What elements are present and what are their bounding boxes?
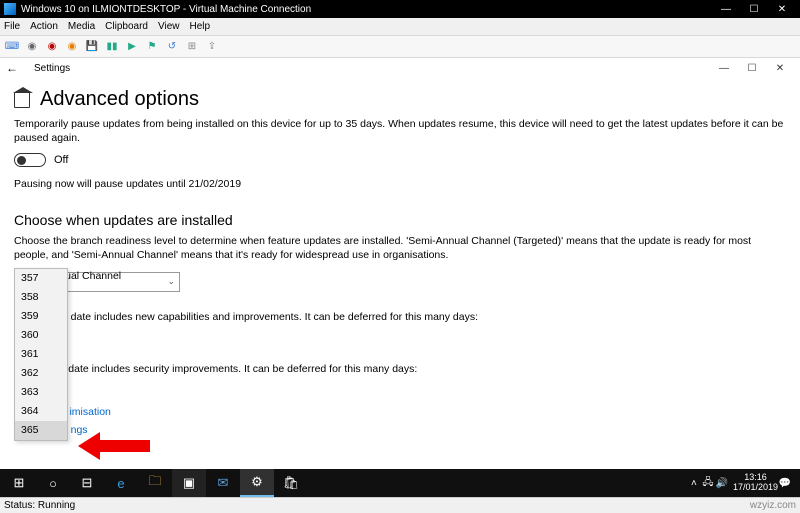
vm-minimize[interactable]: — (712, 4, 740, 15)
search-button[interactable]: ○ (36, 469, 70, 497)
store-icon[interactable]: 🛍 (274, 469, 308, 497)
option-358[interactable]: 358 (15, 288, 67, 307)
enhanced-icon[interactable]: ⊞ (184, 39, 200, 55)
taskbar: ⊞ ○ ⊟ e 🗀 ▣ ✉ ⚙ 🛍 ˄ 🖧 🔊 13:16 17/01/2019… (0, 469, 800, 497)
vm-status-text: Status: Running (4, 500, 75, 511)
menu-action[interactable]: Action (30, 21, 58, 32)
settings-label: Settings (34, 63, 70, 74)
pause-note: Pausing now will pause updates until 21/… (14, 177, 786, 191)
quality-defer-text: A quality update includes security impro… (14, 362, 786, 376)
annotation-arrow (78, 432, 150, 460)
branch-description: Choose the branch readiness level to det… (14, 234, 786, 262)
pause-description: Temporarily pause updates from being ins… (14, 117, 786, 145)
settings-close[interactable]: ✕ (766, 63, 794, 74)
pause-icon[interactable]: ▮▮ (104, 39, 120, 55)
notifications-icon[interactable]: 💬 (778, 478, 792, 489)
settings-minimize[interactable]: — (710, 63, 738, 74)
tray-chevron-icon[interactable]: ˄ (687, 478, 701, 489)
link-optimisation[interactable]: Delivery optimisation (14, 406, 786, 418)
menu-help[interactable]: Help (189, 21, 210, 32)
vm-close[interactable]: ✕ (768, 4, 796, 15)
checkpoint-icon[interactable]: ⚑ (144, 39, 160, 55)
option-357[interactable]: 357 (15, 269, 67, 288)
start-icon[interactable]: ◉ (24, 39, 40, 55)
menu-file[interactable]: File (4, 21, 20, 32)
feature-defer-text: A feature update includes new capabiliti… (14, 310, 786, 324)
turnoff-icon[interactable]: ◉ (44, 39, 60, 55)
option-361[interactable]: 361 (15, 345, 67, 364)
taskview-button[interactable]: ⊟ (70, 469, 104, 497)
vm-toolbar: ⌨ ◉ ◉ ◉ 💾 ▮▮ ▶ ⚑ ↺ ⊞ ⇪ (0, 36, 800, 58)
settings-taskbar-icon[interactable]: ⚙ (240, 469, 274, 497)
chevron-down-icon: ⌄ (167, 276, 175, 287)
save-icon[interactable]: 💾 (84, 39, 100, 55)
page-title: Advanced options (14, 88, 786, 111)
toggle-label: Off (54, 154, 68, 166)
section-choose-when: Choose when updates are installed (14, 212, 786, 228)
volume-icon[interactable]: 🔊 (715, 478, 729, 489)
option-360[interactable]: 360 (15, 326, 67, 345)
watermark: wzyiz.com (750, 500, 796, 511)
network-icon[interactable]: 🖧 (701, 475, 715, 492)
home-icon[interactable] (14, 92, 30, 108)
menu-view[interactable]: View (158, 21, 180, 32)
mail-icon[interactable]: ✉ (206, 469, 240, 497)
terminal-icon[interactable]: ▣ (172, 469, 206, 497)
option-362[interactable]: 362 (15, 364, 67, 383)
revert-icon[interactable]: ↺ (164, 39, 180, 55)
back-button[interactable]: ← (6, 61, 24, 75)
hyperv-icon (4, 3, 16, 15)
share-icon[interactable]: ⇪ (204, 39, 220, 55)
option-359[interactable]: 359 (15, 307, 67, 326)
vm-statusbar: Status: Running wzyiz.com (0, 497, 800, 513)
system-tray[interactable]: ˄ 🖧 🔊 13:16 17/01/2019 💬 (687, 473, 798, 493)
option-363[interactable]: 363 (15, 383, 67, 402)
shutdown-icon[interactable]: ◉ (64, 39, 80, 55)
vm-title: Windows 10 on ILMIONTDESKTOP - Virtual M… (21, 4, 311, 15)
menu-clipboard[interactable]: Clipboard (105, 21, 148, 32)
settings-maximize[interactable]: ☐ (738, 63, 766, 74)
option-364[interactable]: 364 (15, 402, 67, 421)
pause-toggle[interactable] (14, 153, 46, 167)
edge-icon[interactable]: e (104, 469, 138, 497)
vm-menubar: File Action Media Clipboard View Help (0, 18, 800, 36)
menu-media[interactable]: Media (68, 21, 95, 32)
start-button[interactable]: ⊞ (2, 469, 36, 497)
clock[interactable]: 13:16 17/01/2019 (733, 473, 778, 493)
reset-icon[interactable]: ▶ (124, 39, 140, 55)
vm-maximize[interactable]: ☐ (740, 4, 768, 15)
explorer-icon[interactable]: 🗀 (138, 469, 172, 497)
option-365[interactable]: 365 (15, 421, 67, 440)
ctrl-alt-del-icon[interactable]: ⌨ (4, 39, 20, 55)
defer-days-dropdown[interactable]: 357 358 359 360 361 362 363 364 365 (14, 268, 68, 441)
